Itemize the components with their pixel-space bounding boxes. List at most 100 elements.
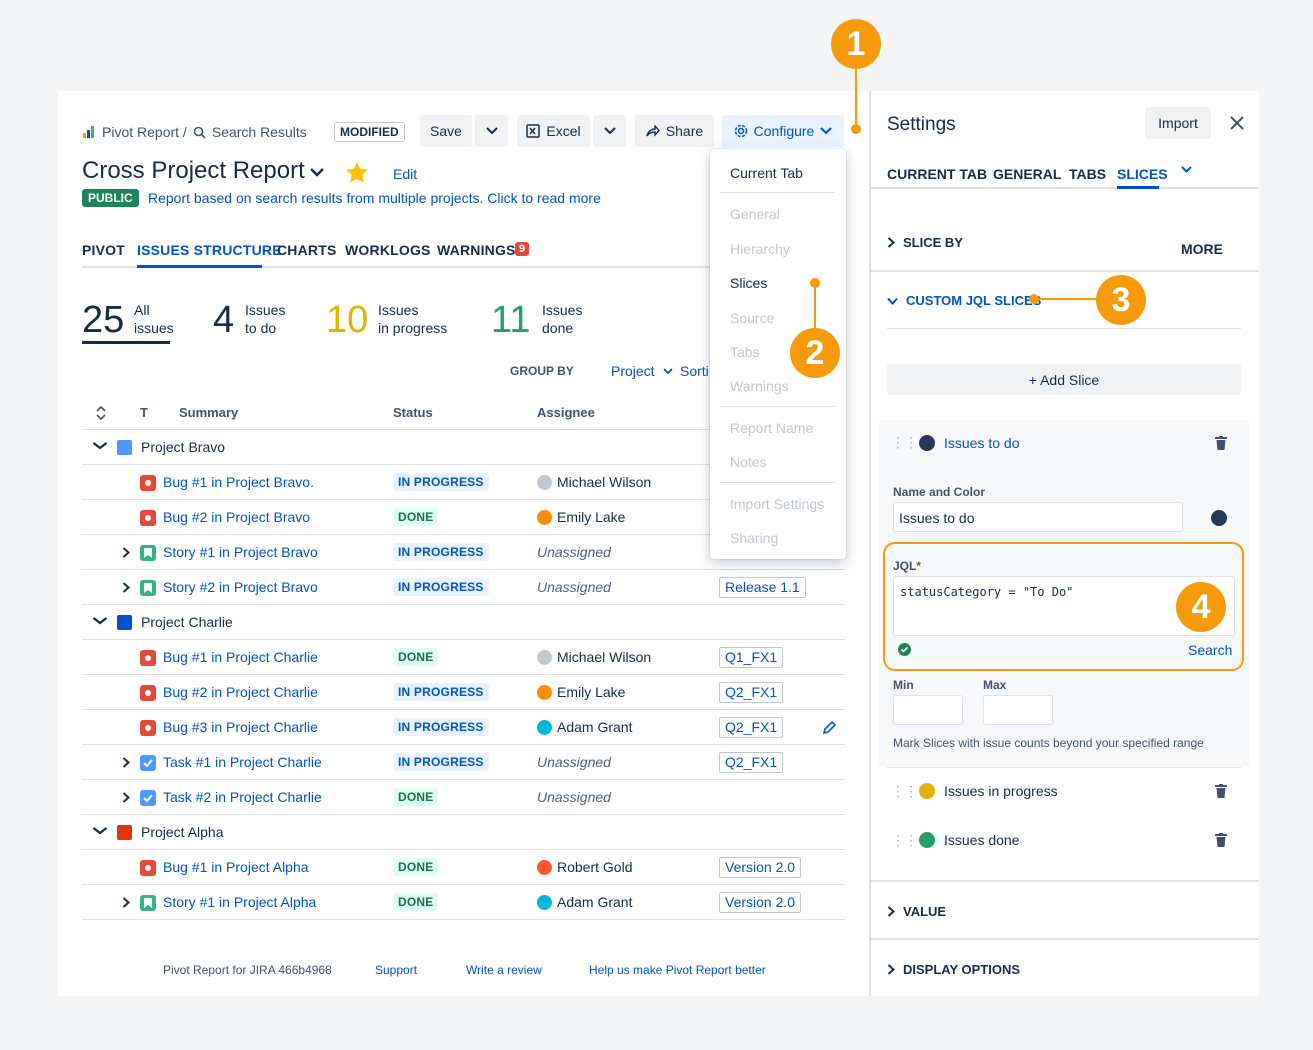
pencil-icon[interactable] [822, 720, 837, 735]
tab-warnings[interactable]: WARNINGS [437, 242, 516, 258]
status-lozenge: IN PROGRESS [393, 473, 489, 491]
footer-help-link[interactable]: Help us make Pivot Report better [589, 963, 766, 977]
trash-icon[interactable] [1215, 436, 1227, 450]
group-by-select[interactable]: Project [611, 363, 673, 379]
settings-tab-current[interactable]: CURRENT TAB [887, 166, 987, 182]
excel-dropdown-button[interactable] [593, 115, 626, 147]
import-button[interactable]: Import [1145, 107, 1211, 139]
settings-tab-general[interactable]: GENERAL [993, 166, 1061, 182]
menu-source: Source [730, 310, 775, 326]
sort-link[interactable]: Sorti [680, 363, 709, 379]
value-section[interactable]: VALUE [887, 904, 946, 919]
menu-sharing: Sharing [730, 530, 779, 546]
chevron-down-icon[interactable] [92, 827, 108, 835]
stat-todo-count[interactable]: 4 [213, 300, 234, 340]
max-label: Max [983, 678, 1007, 692]
share-button[interactable]: Share [635, 115, 714, 147]
footer-review-link[interactable]: Write a review [466, 963, 542, 977]
slice-1-header[interactable]: Issues to do [919, 435, 1259, 451]
menu-slices[interactable]: Slices [730, 275, 767, 291]
assignee: Adam Grant [537, 719, 632, 735]
group-name[interactable]: Project Bravo [141, 439, 225, 455]
issue-summary-link[interactable]: Story #2 in Project Bravo [163, 579, 318, 595]
col-assignee[interactable]: Assignee [537, 405, 595, 420]
story-icon [144, 548, 152, 558]
trash-icon[interactable] [1215, 833, 1227, 847]
fix-version-tag[interactable]: Release 1.1 [719, 577, 806, 598]
issue-summary-link[interactable]: Bug #3 in Project Charlie [163, 719, 318, 735]
chevron-right-icon[interactable] [122, 792, 130, 803]
chevron-down-icon[interactable] [92, 617, 108, 625]
issue-summary-link[interactable]: Task #1 in Project Charlie [163, 754, 322, 770]
display-options-section[interactable]: DISPLAY OPTIONS [887, 962, 1020, 977]
chevron-down-icon[interactable] [92, 442, 108, 450]
chevron-right-icon[interactable] [122, 897, 130, 908]
tab-pivot[interactable]: PIVOT [82, 242, 125, 258]
tab-issues-structure[interactable]: ISSUES STRUCTURE [137, 242, 282, 258]
slice-1-name[interactable]: Issues to do [944, 435, 1020, 451]
edit-link[interactable]: Edit [393, 166, 417, 182]
assignee-unassigned: Unassigned [537, 789, 611, 805]
configure-button[interactable]: Configure [722, 115, 844, 147]
sort-toggle-icon[interactable] [96, 406, 106, 420]
issue-summary-link[interactable]: Bug #1 in Project Charlie [163, 649, 318, 665]
report-description[interactable]: Report based on search results from mult… [148, 190, 601, 206]
issue-summary-link[interactable]: Bug #2 in Project Charlie [163, 684, 318, 700]
story-icon [144, 583, 152, 593]
footer-support-link[interactable]: Support [375, 963, 417, 977]
col-summary[interactable]: Summary [179, 405, 238, 420]
min-input[interactable] [893, 695, 963, 725]
drag-handle-icon[interactable]: ⋮⋮ [891, 783, 918, 800]
stat-done-count[interactable]: 11 [491, 300, 530, 340]
fix-version-tag[interactable]: Version 2.0 [719, 892, 802, 913]
assignee-name: Robert Gold [557, 859, 633, 875]
report-title[interactable]: Cross Project Report [82, 157, 305, 185]
star-icon[interactable] [345, 161, 369, 183]
drag-handle-icon[interactable]: ⋮⋮ [891, 832, 918, 849]
trash-icon[interactable] [1215, 784, 1227, 798]
stat-all-count[interactable]: 25 [82, 300, 124, 340]
tab-worklogs[interactable]: WORKLOGS [345, 242, 431, 258]
issue-summary-link[interactable]: Bug #1 in Project Bravo. [163, 474, 314, 490]
fix-version-tag[interactable]: Q2_FX1 [719, 752, 784, 773]
group-name[interactable]: Project Charlie [141, 614, 233, 630]
issue-summary-link[interactable]: Story #1 in Project Alpha [163, 894, 316, 910]
group-name[interactable]: Project Alpha [141, 824, 224, 840]
issue-summary-link[interactable]: Task #2 in Project Charlie [163, 789, 322, 805]
col-type: T [140, 405, 148, 420]
menu-current-tab[interactable]: Current Tab [730, 165, 803, 181]
chevron-right-icon[interactable] [122, 582, 130, 593]
settings-tab-tabs[interactable]: TABS [1069, 166, 1106, 182]
settings-tab-more[interactable]: MORE [1181, 166, 1223, 257]
col-status[interactable]: Status [393, 405, 433, 420]
issue-summary-link[interactable]: Story #1 in Project Bravo [163, 544, 318, 560]
slice-3-row[interactable]: Issues done [919, 832, 1259, 848]
breadcrumb-page[interactable]: Search Results [212, 124, 307, 140]
close-icon[interactable] [1229, 115, 1245, 131]
breadcrumb-app[interactable]: Pivot Report / [102, 124, 187, 140]
slice-name-input[interactable]: Issues to do [893, 502, 1183, 532]
stat-done-label2: done [542, 320, 574, 336]
stat-progress-count[interactable]: 10 [326, 300, 368, 340]
title-chevron-down-icon[interactable] [309, 167, 325, 177]
excel-button[interactable]: Excel [517, 115, 590, 147]
add-slice-button[interactable]: + Add Slice [887, 364, 1241, 395]
issue-summary-link[interactable]: Bug #2 in Project Bravo [163, 509, 310, 525]
save-button[interactable]: Save [420, 115, 472, 147]
issue-summary-link[interactable]: Bug #1 in Project Alpha [163, 859, 309, 875]
drag-handle-icon[interactable]: ⋮⋮ [891, 434, 918, 451]
save-dropdown-button[interactable] [475, 115, 508, 147]
chevron-right-icon[interactable] [122, 547, 130, 558]
fix-version-tag[interactable]: Q2_FX1 [719, 717, 784, 738]
chevron-right-icon[interactable] [122, 757, 130, 768]
max-input[interactable] [983, 695, 1053, 725]
tab-charts[interactable]: CHARTS [277, 242, 337, 258]
fix-version-tag[interactable]: Q1_FX1 [719, 647, 784, 668]
slice-color-picker[interactable] [1211, 510, 1227, 526]
fix-version-tag[interactable]: Q2_FX1 [719, 682, 784, 703]
slice-2-row[interactable]: Issues in progress [919, 783, 1259, 799]
settings-tab-slices[interactable]: SLICES [1117, 166, 1168, 182]
slice-by-section[interactable]: SLICE BY [887, 235, 963, 250]
custom-jql-slices-section[interactable]: CUSTOM JQL SLICES [887, 293, 1041, 308]
fix-version-tag[interactable]: Version 2.0 [719, 857, 802, 878]
